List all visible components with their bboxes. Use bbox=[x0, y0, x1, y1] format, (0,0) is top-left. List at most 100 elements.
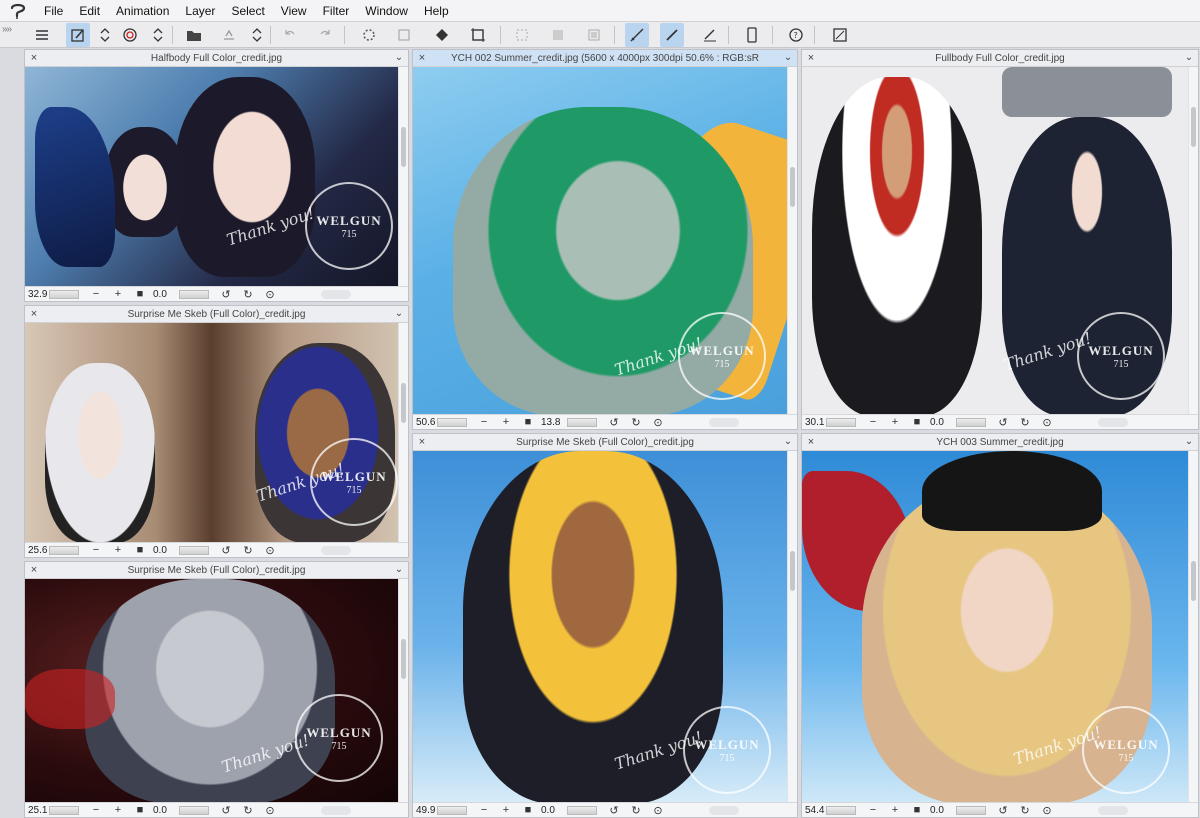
tab-title[interactable]: Surprise Me Skeb (Full Color)_credit.jpg bbox=[43, 306, 390, 323]
chevron-down-icon[interactable]: ⌄ bbox=[393, 563, 405, 577]
rotate-right-button[interactable]: ↻ bbox=[237, 544, 259, 557]
open-folder-icon[interactable] bbox=[182, 23, 206, 47]
rotation-value[interactable]: 0.0 bbox=[151, 805, 179, 816]
invert-icon[interactable] bbox=[582, 23, 606, 47]
canvas-image[interactable]: Thank you! WELGUN 715 bbox=[802, 451, 1188, 804]
rotate-right-button[interactable]: ↻ bbox=[625, 804, 647, 817]
rotate-right-button[interactable]: ↻ bbox=[1014, 804, 1036, 817]
close-icon[interactable]: × bbox=[28, 563, 40, 577]
select-icon[interactable] bbox=[510, 23, 534, 47]
canvas-image[interactable]: Thank you! WELGUN 715 bbox=[25, 67, 398, 288]
close-icon[interactable]: × bbox=[416, 51, 428, 65]
vertical-scrollbar[interactable] bbox=[398, 67, 408, 288]
fit-button[interactable]: ■ bbox=[906, 416, 928, 428]
horizontal-scrollbar[interactable] bbox=[1098, 417, 1128, 427]
fit-button[interactable]: ■ bbox=[129, 544, 151, 556]
menu-window[interactable]: Window bbox=[357, 0, 416, 22]
menu-filter[interactable]: Filter bbox=[315, 0, 358, 22]
tab-title[interactable]: YCH 002 Summer_credit.jpg (5600 x 4000px… bbox=[431, 50, 779, 67]
rotation-slider[interactable] bbox=[179, 545, 209, 555]
ruler-icon[interactable] bbox=[625, 23, 649, 47]
rotation-slider[interactable] bbox=[567, 805, 597, 815]
reset-rotation-button[interactable]: ⊙ bbox=[1036, 416, 1058, 429]
zoom-out-button[interactable]: − bbox=[862, 416, 884, 428]
canvas-image[interactable]: Thank you! WELGUN 715 bbox=[25, 579, 398, 804]
rotate-left-button[interactable]: ↺ bbox=[215, 544, 237, 557]
zoom-slider[interactable] bbox=[49, 545, 79, 555]
zoom-out-button[interactable]: − bbox=[85, 544, 107, 556]
reset-rotation-button[interactable]: ⊙ bbox=[259, 804, 281, 817]
menu-view[interactable]: View bbox=[273, 0, 315, 22]
zoom-in-button[interactable]: + bbox=[107, 544, 129, 556]
rotation-slider[interactable] bbox=[956, 417, 986, 427]
canvas-pane-surprise-2[interactable]: × Surprise Me Skeb (Full Color)_credit.j… bbox=[24, 561, 409, 818]
canvas-pane-surprise-3[interactable]: × Surprise Me Skeb (Full Color)_credit.j… bbox=[412, 433, 798, 818]
rotation-value[interactable]: 0.0 bbox=[539, 805, 567, 816]
chevron-down-icon[interactable]: ⌄ bbox=[782, 435, 794, 449]
rotation-slider[interactable] bbox=[179, 805, 209, 815]
tab-title[interactable]: Halfbody Full Color_credit.jpg bbox=[43, 50, 390, 67]
zoom-out-button[interactable]: − bbox=[85, 288, 107, 300]
zoom-value[interactable]: 25.6 bbox=[25, 545, 49, 556]
deselect-icon[interactable] bbox=[546, 23, 570, 47]
rotation-slider[interactable] bbox=[956, 805, 986, 815]
rotate-right-button[interactable]: ↻ bbox=[237, 288, 259, 301]
spiral-icon[interactable] bbox=[118, 23, 142, 47]
close-icon[interactable]: × bbox=[28, 307, 40, 321]
tab-title[interactable]: Surprise Me Skeb (Full Color)_credit.jpg bbox=[43, 562, 390, 579]
menu-animation[interactable]: Animation bbox=[108, 0, 177, 22]
canvas-image[interactable]: Thank you! WELGUN 715 bbox=[802, 67, 1188, 416]
canvas-pane-fullbody[interactable]: × Fullbody Full Color_credit.jpg ⌄ Thank… bbox=[801, 49, 1199, 430]
zoom-value[interactable]: 49.9 bbox=[413, 805, 437, 816]
fit-button[interactable]: ■ bbox=[517, 804, 539, 816]
fit-button[interactable]: ■ bbox=[906, 804, 928, 816]
vertical-scrollbar[interactable] bbox=[398, 579, 408, 804]
undo-icon[interactable] bbox=[278, 23, 302, 47]
close-icon[interactable]: × bbox=[416, 435, 428, 449]
canvas-pane-surprise-1[interactable]: × Surprise Me Skeb (Full Color)_credit.j… bbox=[24, 305, 409, 558]
zoom-value[interactable]: 54.4 bbox=[802, 805, 826, 816]
chevron-down-icon[interactable]: ⌄ bbox=[393, 307, 405, 321]
crop-icon[interactable] bbox=[466, 23, 490, 47]
zoom-slider[interactable] bbox=[437, 417, 467, 427]
edit-icon[interactable] bbox=[66, 23, 90, 47]
redo-icon[interactable] bbox=[313, 23, 337, 47]
chevron-down-icon[interactable]: ⌄ bbox=[1183, 51, 1195, 65]
chevron-down-icon[interactable]: ⌄ bbox=[782, 51, 794, 65]
app-logo-icon[interactable] bbox=[0, 0, 36, 22]
rotate-right-button[interactable]: ↻ bbox=[237, 804, 259, 817]
rotation-value[interactable]: 13.8 bbox=[539, 417, 567, 428]
fill-icon[interactable] bbox=[430, 23, 454, 47]
loading-icon[interactable] bbox=[357, 23, 381, 47]
chevron-down-icon[interactable]: ⌄ bbox=[1183, 435, 1195, 449]
canvas-pane-ych-002[interactable]: × YCH 002 Summer_credit.jpg (5600 x 4000… bbox=[412, 49, 798, 430]
save-icon[interactable] bbox=[217, 23, 241, 47]
close-icon[interactable]: × bbox=[805, 51, 817, 65]
brush-icon[interactable] bbox=[660, 23, 684, 47]
rotate-left-button[interactable]: ↺ bbox=[603, 416, 625, 429]
zoom-slider[interactable] bbox=[437, 805, 467, 815]
zoom-in-button[interactable]: + bbox=[884, 804, 906, 816]
rotate-left-button[interactable]: ↺ bbox=[215, 804, 237, 817]
zoom-slider[interactable] bbox=[49, 289, 79, 299]
horizontal-scrollbar[interactable] bbox=[321, 289, 351, 299]
menu-edit[interactable]: Edit bbox=[71, 0, 108, 22]
rotate-right-button[interactable]: ↻ bbox=[625, 416, 647, 429]
rotate-left-button[interactable]: ↺ bbox=[215, 288, 237, 301]
canvas-image[interactable]: Thank you! WELGUN 715 bbox=[25, 323, 398, 544]
horizontal-scrollbar[interactable] bbox=[709, 417, 739, 427]
zoom-out-button[interactable]: − bbox=[473, 804, 495, 816]
canvas-image[interactable]: Thank you! WELGUN 715 bbox=[413, 451, 787, 804]
rotation-value[interactable]: 0.0 bbox=[151, 545, 179, 556]
zoom-slider[interactable] bbox=[49, 805, 79, 815]
menu-help[interactable]: Help bbox=[416, 0, 457, 22]
vertical-scrollbar[interactable] bbox=[1188, 451, 1198, 804]
rotation-value[interactable]: 0.0 bbox=[928, 805, 956, 816]
rotation-value[interactable]: 0.0 bbox=[151, 289, 179, 300]
reset-rotation-button[interactable]: ⊙ bbox=[259, 288, 281, 301]
zoom-out-button[interactable]: − bbox=[862, 804, 884, 816]
menu-file[interactable]: File bbox=[36, 0, 71, 22]
close-icon[interactable]: × bbox=[805, 435, 817, 449]
reset-rotation-button[interactable]: ⊙ bbox=[1036, 804, 1058, 817]
stepper-icon[interactable] bbox=[146, 23, 170, 47]
